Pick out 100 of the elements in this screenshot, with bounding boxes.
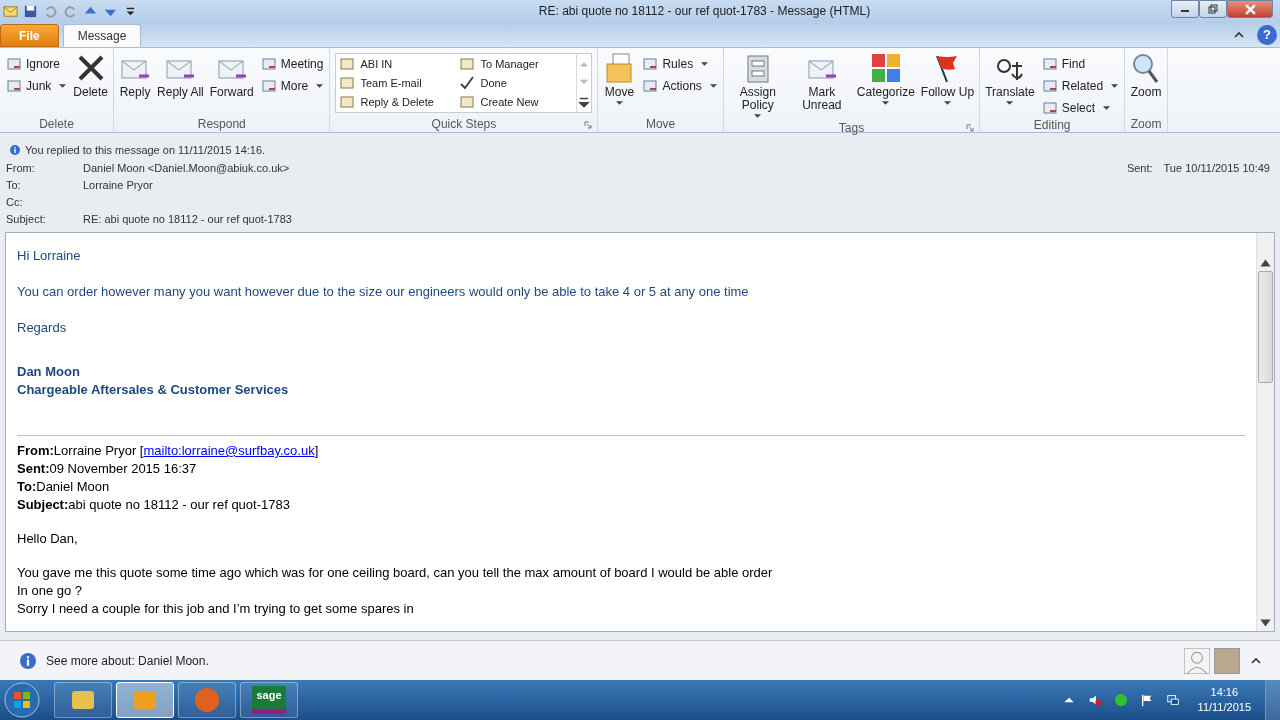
caret-icon <box>754 114 762 119</box>
close-icon <box>1244 3 1256 15</box>
taskbar-app[interactable]: sage <box>240 682 298 718</box>
muted-speaker-icon[interactable] <box>1087 693 1102 707</box>
ribbon-button[interactable]: Reply All <box>155 50 206 116</box>
status-dot-icon[interactable] <box>1113 693 1128 707</box>
info-icon <box>20 652 36 669</box>
taskbar-app[interactable] <box>178 682 236 718</box>
ribbon-button[interactable]: Mark Unread <box>790 50 853 121</box>
ribbon-button[interactable]: Categorize <box>854 50 917 121</box>
taskbar-app[interactable] <box>116 682 174 718</box>
quoted-text: Sorry I need a couple for this job and I’m trying to get some spares in <box>17 600 415 618</box>
ribbon-button[interactable]: Reply <box>117 50 154 116</box>
caret-icon <box>1006 101 1014 106</box>
quoted-text: Hello Dan, <box>17 530 79 548</box>
help-button[interactable]: ? <box>1257 24 1277 45</box>
start-button[interactable] <box>4 682 40 718</box>
restore-button[interactable] <box>1199 0 1227 18</box>
caret-icon <box>944 101 951 106</box>
ribbon-button[interactable]: Translate <box>983 50 1037 118</box>
ribbon-button[interactable]: Actions <box>639 76 720 96</box>
save-icon[interactable] <box>23 3 38 19</box>
signature-line: Chargeable Aftersales & Customer Services <box>17 381 290 399</box>
quick-step[interactable]: Done <box>456 73 577 93</box>
signature-line: Dan Moon <box>17 363 81 381</box>
quoted-value: ] <box>314 443 319 458</box>
check-icon <box>459 75 476 91</box>
photo-placeholder[interactable] <box>1214 647 1240 674</box>
quoted-value: 09 November 2015 16:37 <box>49 461 197 476</box>
field-value: Tue 10/11/2015 10:49 <box>1163 161 1270 174</box>
clock-time: 14:16 <box>1210 685 1239 700</box>
ribbon-button[interactable]: Related <box>1038 76 1122 96</box>
ribbon-button[interactable]: Forward <box>207 50 256 116</box>
dialog-launcher-icon[interactable] <box>966 124 975 132</box>
caret-icon <box>59 83 67 89</box>
restore-icon <box>1208 4 1218 14</box>
caret-icon <box>701 61 709 67</box>
ribbon-button[interactable]: Zoom <box>1128 50 1165 116</box>
group-label: Quick Steps <box>431 117 497 131</box>
group-label: Editing <box>1033 118 1071 132</box>
field-label: Sent: <box>1126 161 1153 174</box>
quick-step[interactable]: Reply & Delete <box>336 92 457 112</box>
caret-icon <box>1111 83 1119 89</box>
caret-icon <box>316 83 324 89</box>
taskbar-app[interactable] <box>54 682 112 718</box>
ribbon-button[interactable]: Find <box>1038 54 1122 74</box>
quick-step[interactable]: Create New <box>456 92 577 112</box>
field-value: Lorraine Pryor <box>83 178 153 191</box>
scroll-thumb[interactable] <box>1258 271 1273 383</box>
field-value: Daniel Moon <Daniel.Moon@abiuk.co.uk> <box>83 161 290 174</box>
field-label: To: <box>6 178 22 191</box>
ribbon-button[interactable]: Move <box>601 50 638 116</box>
caret-icon <box>1103 105 1111 111</box>
quoted-label: Subject: <box>17 497 69 512</box>
email-link[interactable]: mailto:lorraine@surfbay.co.uk <box>143 443 315 458</box>
ribbon-button[interactable]: Meeting <box>257 54 327 74</box>
reply-paragraph: Hi Lorraine <box>17 247 82 265</box>
quoted-value: Daniel Moon <box>36 479 110 494</box>
quoted-label: Sent: <box>17 461 50 476</box>
quick-step[interactable]: Team E-mail <box>336 73 457 93</box>
app-icon <box>193 686 221 714</box>
see-more-text: See more about: Daniel Moon. <box>46 653 209 668</box>
ribbon-tab[interactable]: Message <box>62 24 142 47</box>
ribbon-button[interactable]: Follow Up <box>918 50 977 121</box>
caret-icon <box>615 101 623 106</box>
ribbon-button[interactable]: Delete <box>71 50 111 116</box>
avatar-icon[interactable] <box>1184 647 1210 674</box>
field-value: RE: abi quote no 18112 - our ref quot-1783 <box>83 212 292 225</box>
quoted-value: abi quote no 18112 - our ref quot-1783 <box>68 497 290 512</box>
quoted-text: You gave me this quote some time ago which was for one ceiling board, can you tell the max amount of board I would be able order <box>17 564 774 582</box>
quick-step[interactable]: To Manager <box>456 54 577 74</box>
ribbon-button[interactable]: Ignore <box>3 54 70 74</box>
network-icon[interactable] <box>1165 693 1180 707</box>
clock-date: 11/11/2015 <box>1197 700 1251 715</box>
quick-step[interactable]: ABI IN <box>336 54 457 74</box>
minimize-button[interactable] <box>1171 0 1199 18</box>
field-label: From: <box>6 161 36 174</box>
dialog-launcher-icon[interactable] <box>584 121 593 129</box>
group-label: Move <box>645 117 676 131</box>
caret-icon <box>882 101 890 106</box>
group-label: Tags <box>838 121 865 135</box>
ribbon-button[interactable]: Rules <box>639 54 720 74</box>
sage-logo: sage <box>252 686 286 714</box>
reply-paragraph: Regards <box>17 319 68 337</box>
group-label: Delete <box>39 117 74 131</box>
info-icon <box>10 145 20 155</box>
grid-icon <box>869 52 902 84</box>
ribbon-button[interactable]: Junk <box>3 76 70 96</box>
group-label: Zoom <box>1130 117 1162 131</box>
group-label: Respond <box>197 117 246 131</box>
flag-icon[interactable] <box>1139 693 1154 707</box>
field-label: Cc: <box>6 195 24 208</box>
ribbon-button[interactable]: Assign Policy <box>726 50 789 121</box>
close-button[interactable] <box>1227 0 1273 18</box>
reply-notice: You replied to this message on 11/11/2015 14:16. <box>25 144 266 156</box>
window-title: RE: abi quote no 18112 - our ref quot-1783 - Message (HTML) <box>537 4 872 18</box>
ribbon-button[interactable]: More <box>257 76 327 96</box>
ribbon-button[interactable]: Select <box>1038 98 1122 118</box>
reply-paragraph: You can order however many you want however due to the size our engineers would only be able to take 4 or 5 at any one time <box>17 283 750 301</box>
caret-icon <box>709 83 717 89</box>
